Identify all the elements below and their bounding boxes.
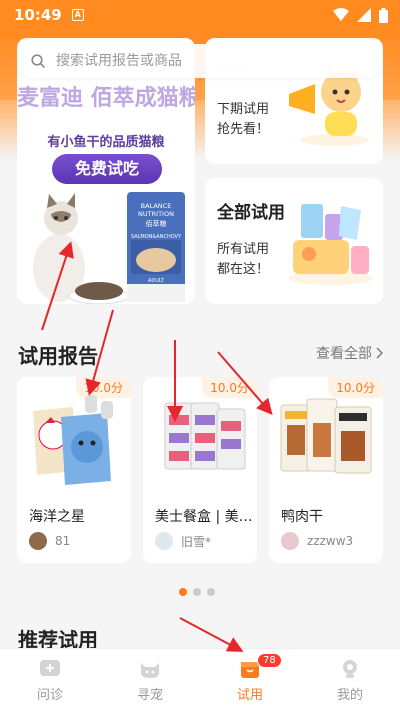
status-indicators	[333, 7, 388, 23]
report-card[interactable]: 10.0分 鸭肉干 zzzww3	[269, 377, 383, 563]
carousel-dot[interactable]	[193, 588, 201, 596]
tab-label: 问诊	[36, 688, 63, 703]
battery-icon	[379, 7, 388, 23]
view-all-label: 查看全部	[316, 346, 372, 362]
tab-trial[interactable]: 78 试用	[200, 649, 300, 710]
svg-text:佰萃粮: 佰萃粮	[146, 219, 167, 228]
trial-badge: 78	[257, 653, 282, 668]
tab-mine[interactable]: 我的	[300, 649, 400, 710]
report-product-name: 鸭肉干	[281, 509, 323, 525]
report-user: zzzww3	[281, 532, 353, 550]
tab-label: 我的	[336, 688, 363, 703]
report-product-name: 海洋之星	[29, 509, 85, 525]
signal-icon	[357, 8, 371, 22]
status-bar: 10:49 A	[0, 0, 400, 30]
view-all-reports-link[interactable]: 查看全部	[316, 343, 384, 363]
profile-icon	[343, 660, 357, 678]
bag-brand-text: BALANCE	[141, 202, 172, 210]
tab-consult[interactable]: 问诊	[0, 649, 100, 710]
tab-find-pet[interactable]: 寻宠	[100, 649, 200, 710]
pet-food-pouch-image	[33, 395, 113, 485]
chevron-right-icon	[376, 347, 384, 359]
avatar	[281, 532, 299, 550]
wifi-icon	[333, 8, 349, 21]
search-input[interactable]	[56, 53, 356, 69]
tab-label: 试用	[236, 688, 263, 703]
report-username: 81	[55, 534, 71, 548]
promo-title: 麦富迪 佰萃成猫粮	[17, 86, 195, 111]
report-username: 旧雪*	[181, 534, 212, 549]
annotation-arrow	[179, 617, 244, 652]
carousel-dot-active[interactable]	[179, 588, 187, 596]
report-product-name: 美士餐盒 | 美…	[155, 509, 251, 525]
cat-face-icon	[141, 663, 159, 678]
status-time: 10:49	[14, 6, 62, 24]
notification-app-icon: A	[71, 9, 84, 21]
report-card[interactable]: 10.0分 海洋之星 81	[17, 377, 131, 563]
tab-label: 寻宠	[136, 688, 163, 703]
search-bar[interactable]	[17, 44, 383, 78]
wet-food-trays-image	[164, 402, 246, 470]
dog-treat-bags-image	[280, 398, 372, 474]
reports-section-title: 试用报告	[18, 344, 98, 368]
avatar	[29, 532, 47, 550]
carousel-dot[interactable]	[207, 588, 215, 596]
promo-subtitle: 有小鱼干的品质猫粮	[47, 135, 165, 150]
report-user: 81	[29, 532, 70, 550]
bottom-tab-bar: 问诊 寻宠 78 试用 我的	[0, 648, 400, 710]
products-illustration	[289, 204, 373, 285]
report-card[interactable]: 10.0分 美士餐盒 | 美… 旧雪*	[143, 377, 257, 563]
report-username: zzzww3	[307, 534, 354, 548]
all-trials-heading: 全部试用	[217, 203, 285, 223]
report-user: 旧雪*	[155, 532, 211, 550]
search-icon	[31, 53, 46, 68]
all-trials-card[interactable]: 全部试用 所有试用 都在这！	[205, 178, 383, 304]
free-trial-button[interactable]: 免费试吃	[52, 154, 162, 184]
cat-and-food-bag-illustration: BALANCE NUTRITION 佰萃粮 SALMON&ANCHOVY ADU…	[33, 192, 185, 304]
svg-text:ADULT: ADULT	[148, 278, 165, 284]
avatar	[155, 532, 173, 550]
svg-text:NUTRITION: NUTRITION	[138, 210, 174, 218]
carousel-indicator	[179, 588, 215, 596]
svg-text:SALMON&ANCHOVY: SALMON&ANCHOVY	[131, 234, 182, 240]
consult-icon	[40, 660, 60, 676]
